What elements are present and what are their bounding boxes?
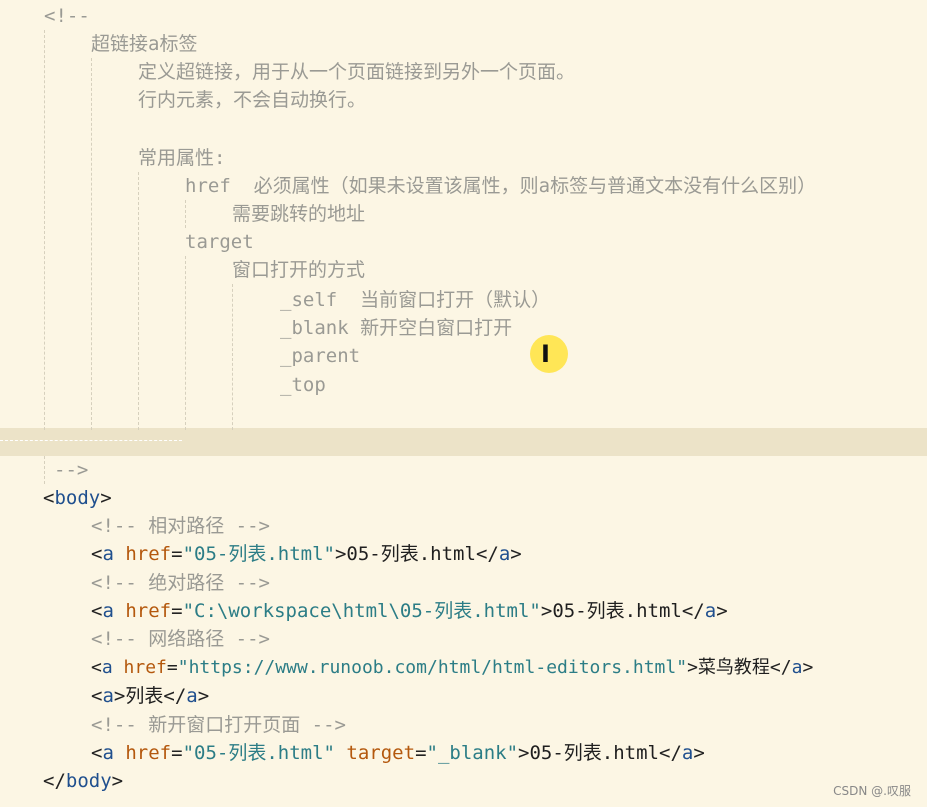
link-text: 菜鸟教程 (697, 657, 770, 678)
code-line-body-open[interactable]: <body> (0, 484, 112, 512)
comment-close[interactable]: --> (0, 456, 88, 484)
comment-self-line[interactable]: _self 当前窗口打开（默认） (0, 286, 550, 314)
link-text: 05-列表.html (346, 543, 476, 565)
comment-attrs-heading[interactable]: 常用属性: (0, 144, 225, 172)
attr-name: href (125, 742, 172, 764)
href-desc: 必须属性（如果未设置该属性，则a标签与普通文本没有什么区别） (253, 175, 817, 197)
comment-heading[interactable]: 超链接a标签 (0, 30, 197, 58)
tag-name: a (102, 600, 114, 622)
code-line-link5[interactable]: <a href="05-列表.html" target="_blank">05-… (0, 739, 705, 767)
tag-name: a (498, 543, 511, 565)
current-line-indent-marker (0, 440, 182, 441)
comment-target-desc[interactable]: 窗口打开的方式 (0, 256, 365, 284)
comment-inline-note[interactable]: 行内元素，不会自动换行。 (0, 86, 366, 114)
comment-open[interactable]: <!-- (0, 2, 90, 30)
tag-name: a (102, 742, 114, 764)
tag-name: a (102, 543, 114, 565)
comment-network[interactable]: <!-- 网络路径 --> (0, 625, 270, 653)
attr-name: href (125, 543, 172, 565)
attr-name: href (123, 657, 167, 678)
comment-absolute[interactable]: <!-- 绝对路径 --> (0, 569, 270, 597)
comment-top[interactable]: _top (0, 371, 326, 399)
attr-name: target (346, 742, 416, 764)
code-line-link4[interactable]: <a>列表</a> (0, 682, 209, 710)
attr-value: "C:\workspace\html\05-列表.html" (182, 600, 541, 622)
link-text: 05-列表.html (552, 600, 682, 622)
blank-desc: 新开空白窗口打开 (360, 317, 513, 339)
self-desc: 当前窗口打开（默认） (360, 289, 551, 311)
tag-name: a (704, 600, 717, 622)
tag-name: a (791, 657, 803, 678)
tag-name: a (101, 657, 113, 678)
href-name: href (185, 175, 231, 197)
link-text: 列表 (125, 685, 164, 707)
tag-name: a (102, 685, 114, 707)
tag-name: body (65, 770, 112, 792)
attr-name: href (125, 600, 172, 622)
blank-name: _blank (280, 317, 349, 339)
code-line-link1[interactable]: <a href="05-列表.html">05-列表.html</a> (0, 540, 522, 568)
comment-target-name[interactable]: target (0, 228, 254, 256)
text-cursor-icon: I (541, 340, 550, 368)
watermark: CSDN @.叹服 (833, 784, 911, 798)
comment-href-line[interactable]: href 必须属性（如果未设置该属性，则a标签与普通文本没有什么区别） (0, 172, 816, 200)
attr-value: "https://www.runoob.com/html/html-editor… (177, 657, 688, 678)
attr-value: "05-列表.html" (182, 543, 335, 565)
comment-newwindow[interactable]: <!-- 新开窗口打开页面 --> (0, 711, 346, 739)
tag-name: a (681, 742, 694, 764)
current-line-highlight (0, 428, 927, 456)
attr-value: "_blank" (426, 742, 519, 764)
code-line-body-close[interactable]: </body> (0, 767, 123, 795)
comment-definition[interactable]: 定义超链接，用于从一个页面链接到另外一个页面。 (0, 58, 575, 86)
tag-name: body (54, 487, 101, 509)
self-name: _self (280, 289, 338, 311)
code-line-link3[interactable]: <a href="https://www.runoob.com/html/htm… (0, 654, 813, 682)
comment-href-detail[interactable]: 需要跳转的地址 (0, 200, 365, 228)
comment-relative[interactable]: <!-- 相对路径 --> (0, 512, 270, 540)
comment-blank-line[interactable]: _blank 新开空白窗口打开 (0, 314, 512, 342)
tag-name: a (186, 685, 198, 707)
attr-value: "05-列表.html" (182, 742, 335, 764)
code-line-link2[interactable]: <a href="C:\workspace\html\05-列表.html">0… (0, 597, 728, 625)
comment-parent[interactable]: _parent (0, 342, 360, 370)
link-text: 05-列表.html (529, 742, 659, 764)
